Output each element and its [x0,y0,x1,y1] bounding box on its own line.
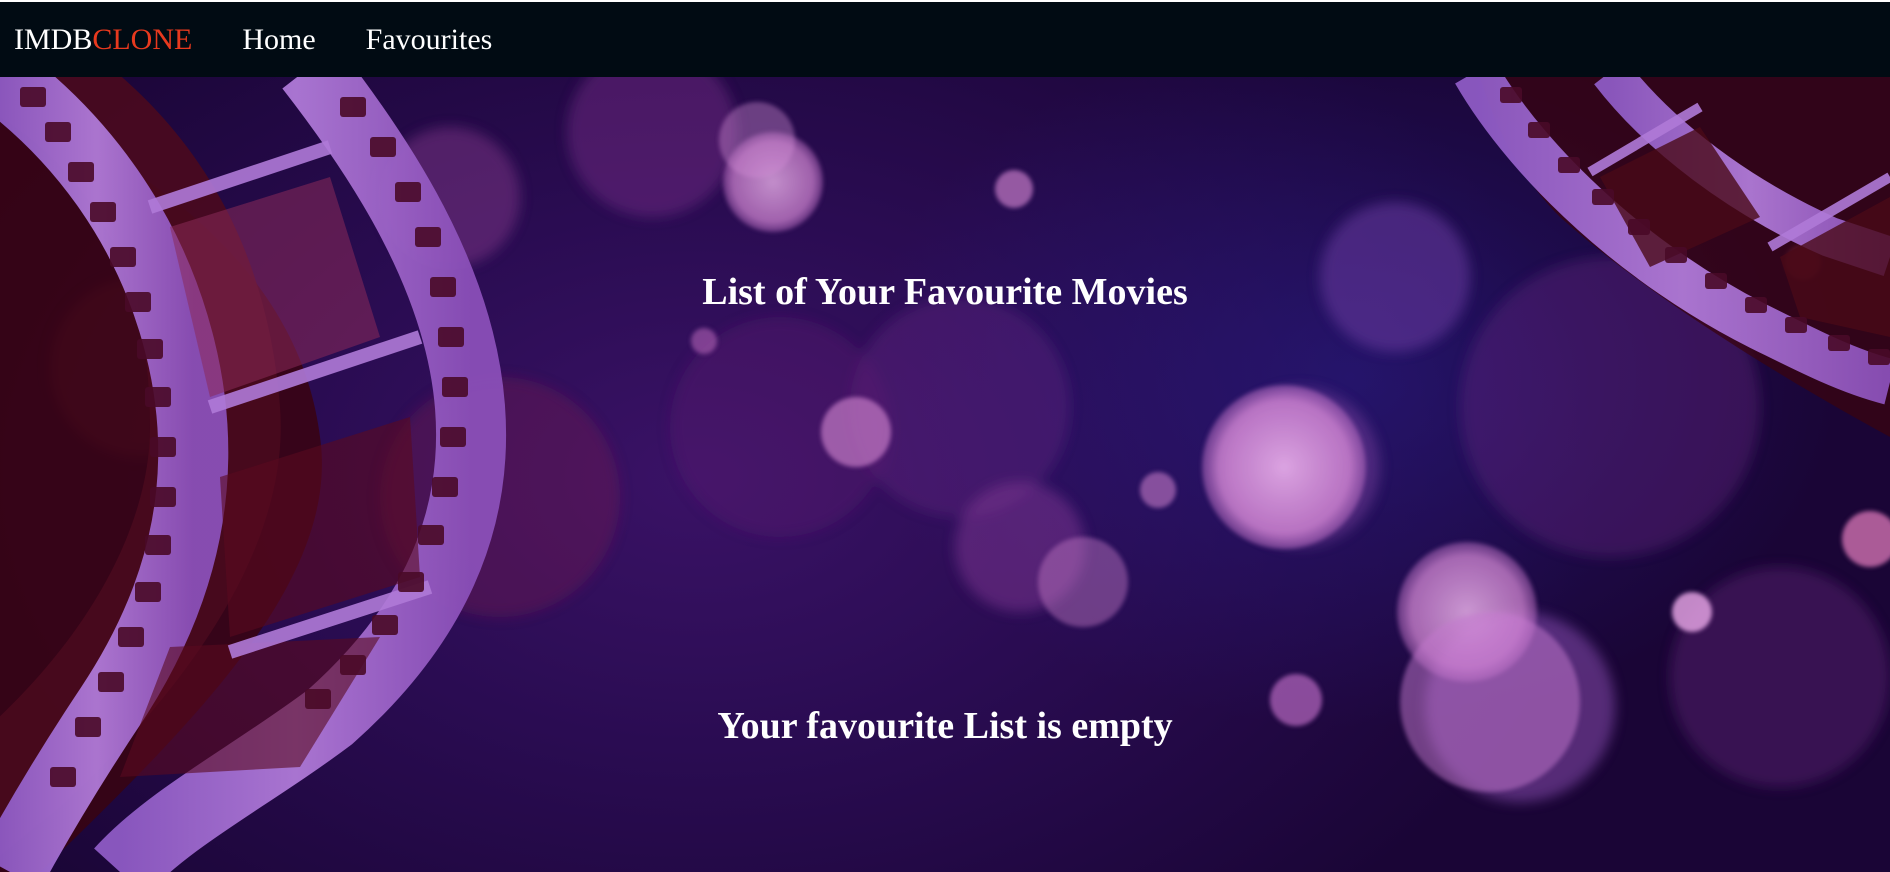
brand-main: IMDB [14,22,93,56]
page-title: List of Your Favourite Movies [702,271,1188,313]
navbar: IMDBCLONE Home Favourites [0,2,1890,77]
nav-home-link[interactable]: Home [242,23,315,57]
brand-accent: CLONE [92,22,193,56]
hero-background: List of Your Favourite Movies Your favou… [0,77,1890,872]
nav-favourites-link[interactable]: Favourites [366,23,493,57]
hero-artwork [0,77,1890,872]
empty-list-message: Your favourite List is empty [717,705,1173,747]
brand-logo[interactable]: IMDBCLONE [14,23,192,57]
film-reel-left [0,77,506,872]
